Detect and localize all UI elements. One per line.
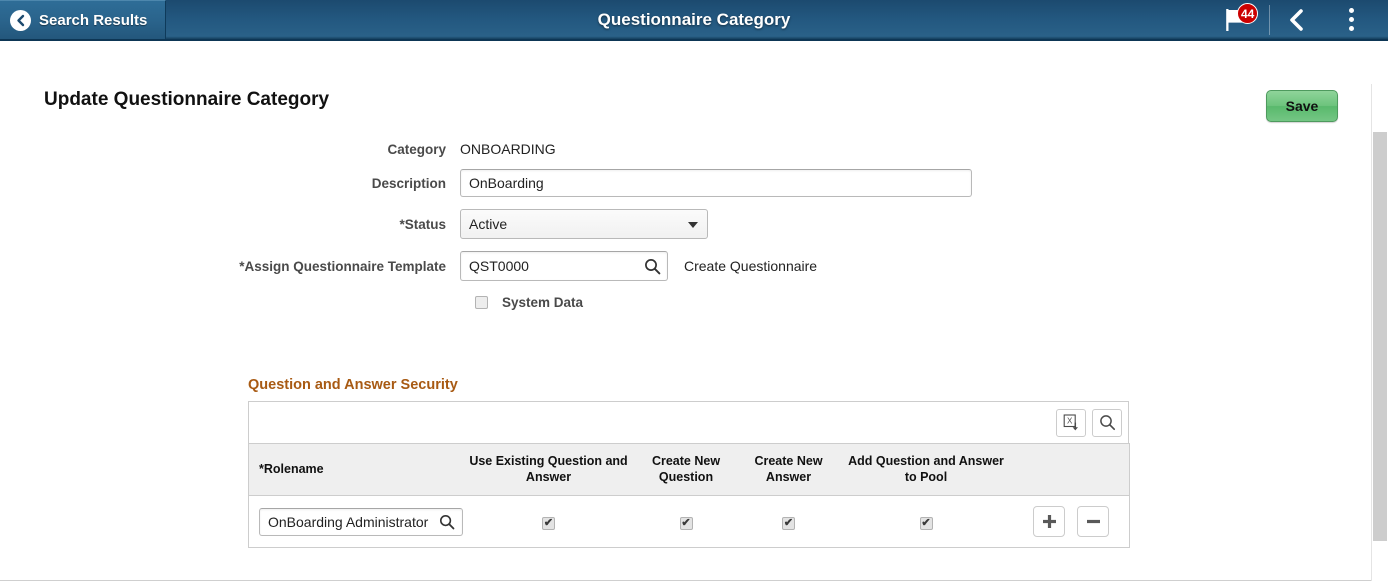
section-title: Question and Answer Security	[248, 377, 1129, 393]
create-questionnaire-link[interactable]: Create Questionnaire	[684, 258, 817, 274]
header-back-button[interactable]	[1270, 0, 1324, 40]
page-header-title: Questionnaire Category	[0, 10, 1388, 30]
download-to-excel-button[interactable]: X	[1056, 409, 1086, 437]
column-header-rolename: *Rolename	[249, 444, 464, 496]
notification-badge: 44	[1237, 3, 1258, 24]
cell-add-to-pool	[839, 496, 1014, 548]
category-value: ONBOARDING	[460, 141, 556, 157]
column-header-row-actions	[1014, 444, 1130, 496]
row-action-buttons	[1018, 506, 1126, 537]
category-form: Category ONBOARDING Description *Status …	[0, 141, 1100, 310]
excel-download-icon: X	[1063, 414, 1079, 431]
cell-create-new-answer	[739, 496, 839, 548]
create-new-question-checkbox[interactable]	[680, 517, 693, 530]
search-icon	[1099, 414, 1116, 431]
create-new-answer-checkbox[interactable]	[782, 517, 795, 530]
search-icon[interactable]	[438, 513, 456, 531]
status-label: *Status	[0, 217, 460, 232]
cell-rolename	[249, 496, 464, 548]
grid-find-button[interactable]	[1092, 409, 1122, 437]
delete-row-button[interactable]	[1077, 506, 1109, 537]
back-button-label: Search Results	[39, 12, 147, 29]
status-selected-value: Active	[469, 216, 507, 232]
assign-template-input[interactable]	[460, 251, 668, 281]
system-data-label: System Data	[502, 295, 583, 310]
status-select[interactable]: Active	[460, 209, 708, 239]
column-header-create-new-question: Create New Question	[634, 444, 739, 496]
rolename-lookup	[259, 508, 463, 536]
system-data-checkbox[interactable]	[475, 296, 488, 309]
search-icon[interactable]	[643, 257, 661, 275]
assign-template-label: *Assign Questionnaire Template	[0, 259, 460, 274]
save-button[interactable]: Save	[1266, 90, 1338, 122]
column-header-create-new-answer: Create New Answer	[739, 444, 839, 496]
grid-toolbar: X	[248, 401, 1129, 443]
table-header-row: *Rolename Use Existing Question and Answ…	[249, 444, 1130, 496]
chevron-left-icon	[1287, 8, 1307, 32]
table-row	[249, 496, 1130, 548]
column-header-add-to-pool: Add Question and Answer to Pool	[839, 444, 1014, 496]
cell-create-new-question	[634, 496, 739, 548]
question-answer-security-section: Question and Answer Security X	[248, 377, 1129, 548]
plus-icon	[1041, 513, 1058, 530]
assign-template-lookup	[460, 251, 668, 281]
page-content: Update Questionnaire Category Save Categ…	[0, 41, 1388, 581]
svg-text:X: X	[1067, 417, 1073, 426]
notifications-button[interactable]: 44	[1207, 0, 1269, 40]
description-label: Description	[0, 176, 460, 191]
cell-row-actions	[1014, 496, 1130, 548]
form-row-description: Description	[0, 169, 1100, 197]
page-title: Update Questionnaire Category	[44, 89, 329, 111]
page-scrollbar-thumb[interactable]	[1373, 132, 1387, 541]
header-actions-menu-button[interactable]	[1324, 0, 1378, 40]
back-to-search-results-button[interactable]: Search Results	[0, 0, 166, 39]
header-actions: 44	[1207, 0, 1388, 39]
page-scrollbar[interactable]	[1371, 84, 1388, 581]
cell-use-existing	[464, 496, 634, 548]
form-row-status: *Status Active	[0, 209, 1100, 239]
add-to-pool-checkbox[interactable]	[920, 517, 933, 530]
form-row-system-data: System Data	[475, 295, 1100, 310]
use-existing-checkbox[interactable]	[542, 517, 555, 530]
category-label: Category	[0, 142, 460, 157]
more-actions-icon	[1349, 8, 1354, 31]
form-row-category: Category ONBOARDING	[0, 141, 1100, 157]
chevron-down-icon	[688, 222, 698, 228]
app-header: Search Results Questionnaire Category 44	[0, 0, 1388, 41]
rolename-input[interactable]	[259, 508, 463, 536]
minus-icon	[1085, 513, 1102, 530]
chevron-left-icon	[10, 10, 31, 31]
form-row-template: *Assign Questionnaire Template Create Qu…	[0, 251, 1100, 281]
security-grid: *Rolename Use Existing Question and Answ…	[248, 443, 1130, 548]
description-input[interactable]	[460, 169, 972, 197]
column-header-use-existing: Use Existing Question and Answer	[464, 444, 634, 496]
add-row-button[interactable]	[1033, 506, 1065, 537]
